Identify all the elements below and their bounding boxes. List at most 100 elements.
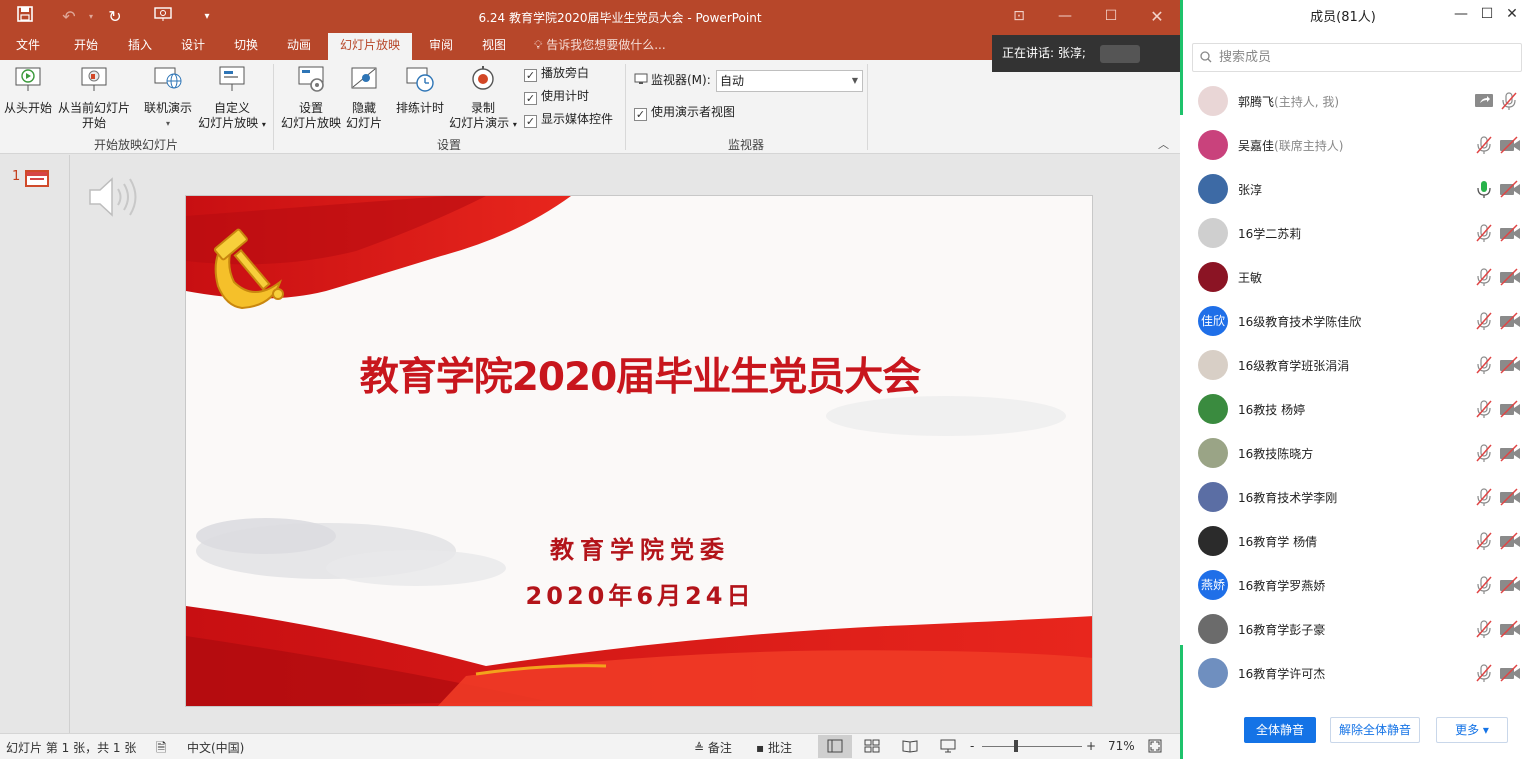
- microphone-muted-icon[interactable]: [1474, 575, 1494, 595]
- member-row[interactable]: 16级教育学班张涓涓: [1183, 343, 1533, 387]
- member-row[interactable]: 张淳: [1183, 167, 1533, 211]
- tab-animations[interactable]: 动画: [277, 33, 321, 60]
- slide-title[interactable]: 教育学院2020届毕业生党员大会: [186, 346, 1092, 402]
- camera-off-icon[interactable]: [1499, 400, 1521, 418]
- rehearse-timings-button[interactable]: 排练计时: [392, 64, 448, 116]
- member-row[interactable]: 佳欣 16级教育技术学陈佳欣: [1183, 299, 1533, 343]
- slide-sorter-icon[interactable]: [864, 739, 880, 753]
- tab-file[interactable]: 文件: [6, 33, 50, 60]
- microphone-muted-icon[interactable]: [1474, 487, 1494, 507]
- setup-slideshow-button[interactable]: 设置 幻灯片放映: [278, 64, 344, 131]
- tab-view[interactable]: 视图: [472, 33, 516, 60]
- member-row[interactable]: 16教技陈晓方: [1183, 431, 1533, 475]
- member-row[interactable]: 郭腾飞(主持人, 我): [1183, 79, 1533, 123]
- zoom-level[interactable]: 71%: [1108, 739, 1135, 753]
- maximize-icon[interactable]: ☐: [1088, 0, 1134, 33]
- microphone-muted-icon[interactable]: [1474, 267, 1494, 287]
- tab-insert[interactable]: 插入: [118, 33, 162, 60]
- close-icon[interactable]: ✕: [1502, 4, 1522, 24]
- camera-off-icon[interactable]: [1499, 576, 1521, 594]
- member-search-input[interactable]: 搜索成员: [1192, 43, 1522, 72]
- undo-dropdown-icon[interactable]: ▾: [80, 6, 102, 28]
- microphone-muted-icon[interactable]: [1474, 443, 1494, 463]
- zoom-slider[interactable]: [982, 746, 1082, 747]
- ribbon-display-options-icon[interactable]: ⊡: [996, 0, 1042, 33]
- camera-off-icon[interactable]: [1499, 664, 1521, 682]
- zoom-in-button[interactable]: +: [1086, 739, 1096, 753]
- reading-view-icon[interactable]: [902, 739, 918, 753]
- camera-off-icon[interactable]: [1499, 180, 1521, 198]
- member-row[interactable]: 16教育技术学李刚: [1183, 475, 1533, 519]
- close-icon[interactable]: ✕: [1134, 0, 1180, 33]
- screen-share-icon[interactable]: [1474, 91, 1494, 111]
- custom-slideshow-button[interactable]: 自定义 幻灯片放映 ▾: [196, 64, 268, 132]
- monitor-select[interactable]: 自动 ▼: [716, 70, 863, 92]
- from-beginning-button[interactable]: 从头开始: [2, 64, 54, 116]
- camera-off-icon[interactable]: [1499, 444, 1521, 462]
- member-row[interactable]: 吴嘉佳(联席主持人): [1183, 123, 1533, 167]
- member-row[interactable]: 16学二苏莉: [1183, 211, 1533, 255]
- tab-home[interactable]: 开始: [64, 33, 108, 60]
- tab-design[interactable]: 设计: [171, 33, 215, 60]
- unmute-all-button[interactable]: 解除全体静音: [1330, 717, 1420, 743]
- slide-organization[interactable]: 教育学院党委: [186, 530, 1092, 565]
- hide-slide-button[interactable]: 隐藏 幻灯片: [344, 64, 384, 131]
- tab-transitions[interactable]: 切换: [224, 33, 268, 60]
- camera-off-icon[interactable]: [1499, 532, 1521, 550]
- microphone-muted-icon[interactable]: [1474, 663, 1494, 683]
- camera-off-icon[interactable]: [1499, 488, 1521, 506]
- save-icon[interactable]: [14, 6, 36, 28]
- minimize-icon[interactable]: —: [1042, 0, 1088, 33]
- language-indicator[interactable]: 中文(中国): [187, 739, 244, 756]
- slide-thumbnail[interactable]: [25, 170, 49, 187]
- microphone-muted-icon[interactable]: [1474, 399, 1494, 419]
- maximize-icon[interactable]: ☐: [1477, 4, 1497, 24]
- undo-icon[interactable]: ↶: [58, 6, 80, 28]
- camera-off-icon[interactable]: [1499, 312, 1521, 330]
- camera-off-icon[interactable]: [1499, 136, 1521, 154]
- fit-to-window-icon[interactable]: [1148, 739, 1162, 753]
- zoom-out-button[interactable]: -: [970, 739, 974, 753]
- camera-off-icon[interactable]: [1499, 268, 1521, 286]
- from-current-slide-button[interactable]: 从当前幻灯片 开始: [56, 64, 132, 131]
- notes-button[interactable]: ≜ 备注: [694, 739, 732, 756]
- slide-date[interactable]: 2020年6月24日: [186, 576, 1092, 611]
- member-row[interactable]: 王敏: [1183, 255, 1533, 299]
- member-row[interactable]: 16教育学 杨倩: [1183, 519, 1533, 563]
- spell-check-icon[interactable]: 🗎︎: [156, 739, 166, 759]
- camera-off-icon[interactable]: [1499, 356, 1521, 374]
- member-row[interactable]: 燕娇 16教育学罗燕娇: [1183, 563, 1533, 607]
- tab-review[interactable]: 审阅: [419, 33, 463, 60]
- play-narrations-checkbox[interactable]: ✓ 播放旁白: [524, 64, 589, 82]
- slide-canvas[interactable]: 教育学院2020届毕业生党员大会 教育学院党委 2020年6月24日: [185, 195, 1093, 707]
- record-slideshow-button[interactable]: 录制 幻灯片演示 ▾: [446, 64, 520, 132]
- tell-me-search[interactable]: 💡︎ 告诉我您想要做什么...: [534, 33, 666, 60]
- microphone-muted-icon[interactable]: [1474, 531, 1494, 551]
- camera-off-icon[interactable]: [1499, 620, 1521, 638]
- microphone-muted-icon[interactable]: [1474, 311, 1494, 331]
- customize-toolbar-icon[interactable]: ▾: [196, 6, 218, 28]
- zoom-slider-thumb[interactable]: [1014, 740, 1018, 752]
- normal-view-button[interactable]: [818, 735, 852, 758]
- microphone-muted-icon[interactable]: [1474, 619, 1494, 639]
- microphone-muted-icon[interactable]: [1474, 355, 1494, 375]
- repeat-icon[interactable]: ↻: [104, 6, 126, 28]
- audio-speaker-icon[interactable]: [86, 173, 142, 221]
- microphone-muted-icon[interactable]: [1474, 223, 1494, 243]
- member-row[interactable]: 16教技 杨婷: [1183, 387, 1533, 431]
- microphone-muted-icon[interactable]: [1499, 91, 1519, 111]
- collapse-ribbon-icon[interactable]: ︿: [1158, 136, 1169, 152]
- microphone-muted-icon[interactable]: [1474, 135, 1494, 155]
- online-present-button[interactable]: 联机演示 ▾: [138, 64, 198, 131]
- comments-button[interactable]: ▪ 批注: [756, 739, 792, 756]
- slideshow-view-icon[interactable]: [940, 739, 956, 753]
- microphone-icon[interactable]: [1474, 179, 1494, 199]
- camera-off-icon[interactable]: [1499, 224, 1521, 242]
- minimize-icon[interactable]: —: [1451, 4, 1471, 24]
- show-media-controls-checkbox[interactable]: ✓ 显示媒体控件: [524, 110, 613, 128]
- presenter-view-checkbox[interactable]: ✓ 使用演示者视图: [634, 103, 735, 121]
- mute-all-button[interactable]: 全体静音: [1244, 717, 1316, 743]
- tab-slideshow[interactable]: 幻灯片放映: [328, 33, 412, 60]
- more-button[interactable]: 更多 ▾: [1436, 717, 1508, 743]
- member-row[interactable]: 16教育学彭子豪: [1183, 607, 1533, 651]
